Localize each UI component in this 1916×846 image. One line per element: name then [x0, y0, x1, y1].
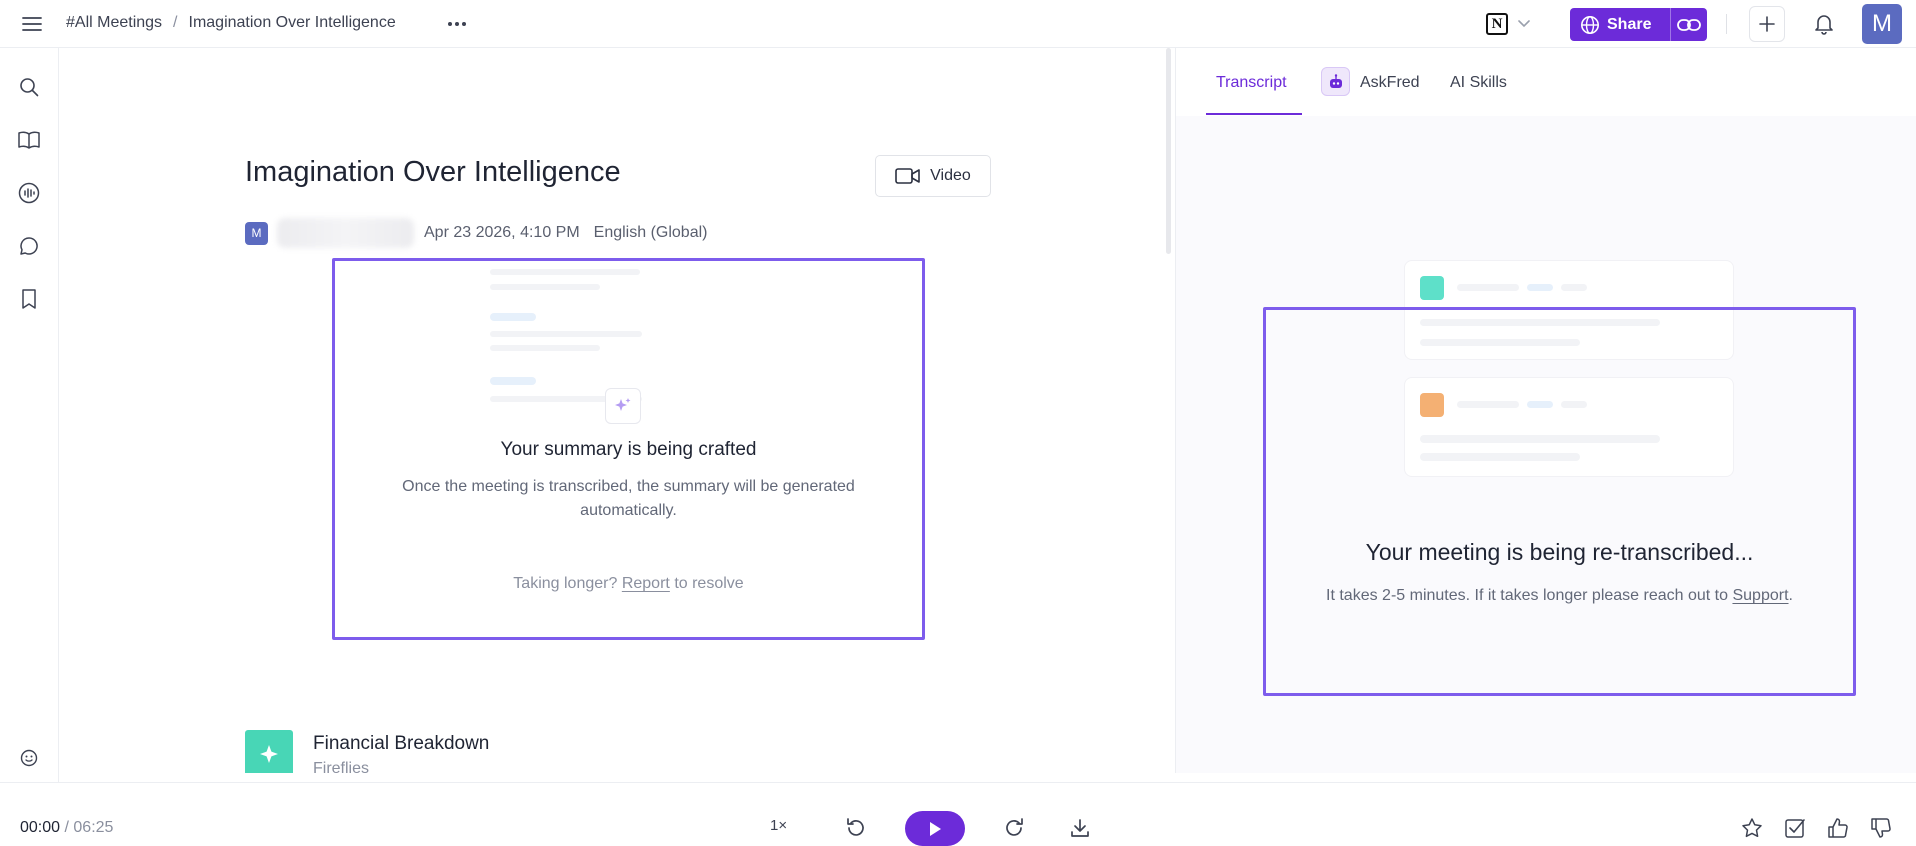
tab-active-underline [1206, 113, 1302, 115]
summary-title: Your summary is being crafted [500, 439, 757, 460]
time-separator: / [64, 819, 69, 836]
playback-time: 00:00 / 06:25 [20, 819, 113, 837]
skeleton-chip [1527, 284, 1553, 291]
top-bar: #All Meetings / Imagination Over Intelli… [0, 0, 1916, 48]
skill-source: Fireflies [313, 760, 370, 773]
play-icon [928, 821, 942, 837]
topbar-divider [1726, 14, 1727, 34]
sparkle-icon [245, 730, 293, 773]
retranscribe-status-card: Your meeting is being re-transcribed... … [1263, 307, 1856, 696]
user-avatar[interactable]: M [1862, 4, 1902, 44]
bell-icon[interactable] [1811, 11, 1837, 37]
retranscribe-desc-suffix: . [1788, 587, 1793, 604]
skeleton-line [490, 269, 640, 275]
forward-icon[interactable] [1001, 815, 1027, 841]
breadcrumb-separator: / [173, 14, 178, 31]
more-horizontal-icon[interactable] [445, 12, 469, 36]
rewind-icon[interactable] [843, 815, 869, 841]
checkbox-icon[interactable] [1782, 815, 1808, 841]
breadcrumb: #All Meetings / Imagination Over Intelli… [66, 14, 396, 32]
star-icon[interactable] [1739, 815, 1765, 841]
thumbs-down-icon[interactable] [1868, 815, 1894, 841]
breadcrumb-all-meetings[interactable]: #All Meetings [66, 14, 162, 32]
report-link[interactable]: Report [622, 575, 670, 592]
skeleton-line [490, 345, 600, 351]
share-main[interactable]: Share [1570, 15, 1670, 35]
retranscribe-desc-text: It takes 2-5 minutes. If it takes longer… [1326, 587, 1729, 604]
meeting-meta: M Apr 23 2026, 4:10 PM English (Global) [245, 218, 707, 248]
panel-tabs: Transcript AskFred AI Skills [1176, 48, 1916, 116]
breadcrumb-current: Imagination Over Intelligence [188, 14, 396, 31]
tab-transcript[interactable]: Transcript [1216, 74, 1287, 92]
playback-speed-button[interactable]: 1× [770, 817, 787, 834]
chevron-down-icon [1518, 20, 1530, 28]
left-sidebar [0, 48, 59, 782]
book-icon[interactable] [17, 128, 41, 152]
search-icon[interactable] [17, 75, 41, 99]
skeleton-line [1457, 284, 1519, 291]
ai-skill-item[interactable]: Financial Breakdown Fireflies [245, 730, 489, 773]
skeleton-chip [490, 377, 536, 385]
current-time: 00:00 [20, 819, 61, 836]
meeting-language[interactable]: English (Global) [594, 224, 708, 242]
duration: 06:25 [73, 819, 114, 836]
audio-wave-icon[interactable] [17, 181, 41, 205]
video-camera-icon [895, 167, 921, 185]
share-button[interactable]: Share [1570, 8, 1707, 41]
skeleton-line [1561, 284, 1587, 291]
skeleton-chip [490, 313, 536, 321]
skill-name[interactable]: Financial Breakdown [313, 733, 489, 755]
notion-integration-button[interactable]: N [1486, 10, 1542, 38]
retranscribe-title: Your meeting is being re-transcribed... [1365, 539, 1754, 565]
video-button[interactable]: Video [875, 155, 991, 197]
owner-name-redacted [277, 218, 414, 248]
retranscribe-description: It takes 2-5 minutes. If it takes longer… [1321, 584, 1798, 608]
meeting-main: Imagination Over Intelligence Video M Ap… [60, 48, 1168, 773]
download-icon[interactable] [1067, 815, 1093, 841]
plus-icon[interactable] [1749, 6, 1785, 42]
thumbs-up-icon[interactable] [1825, 815, 1851, 841]
skill-text: Financial Breakdown Fireflies [313, 733, 489, 773]
summary-footer-prefix: Taking longer? [513, 575, 618, 592]
play-button[interactable] [905, 811, 965, 846]
ghost-avatar [1420, 276, 1444, 300]
audio-player: 00:00 / 06:25 1× [0, 782, 1916, 846]
share-label: Share [1607, 15, 1652, 33]
page-title: Imagination Over Intelligence [245, 156, 621, 188]
skeleton-line [490, 284, 600, 290]
sparkle-icon [605, 388, 641, 424]
summary-description: Once the meeting is transcribed, the sum… [402, 478, 855, 519]
hamburger-menu-icon[interactable] [20, 12, 44, 36]
summary-footer-suffix: to resolve [674, 575, 744, 592]
summary-footer: Taking longer? Report to resolve [335, 575, 922, 593]
tab-askfred[interactable]: AskFred [1360, 74, 1420, 92]
bookmark-icon[interactable] [17, 287, 41, 311]
tab-ai-skills[interactable]: AI Skills [1450, 74, 1507, 92]
smiley-icon[interactable] [17, 746, 41, 770]
chat-bubble-icon[interactable] [17, 234, 41, 258]
robot-icon [1321, 67, 1350, 96]
main-scrollbar[interactable] [1166, 48, 1171, 254]
notion-logo-icon: N [1486, 13, 1508, 35]
meeting-datetime: Apr 23 2026, 4:10 PM [424, 224, 580, 241]
owner-avatar: M [245, 221, 268, 245]
globe-icon [1580, 15, 1600, 35]
skeleton-line [490, 331, 642, 337]
link-icon[interactable] [1670, 8, 1707, 41]
support-link[interactable]: Support [1732, 587, 1788, 604]
summary-placeholder-card: Your summary is being crafted Once the m… [332, 258, 925, 640]
video-label: Video [930, 167, 971, 184]
